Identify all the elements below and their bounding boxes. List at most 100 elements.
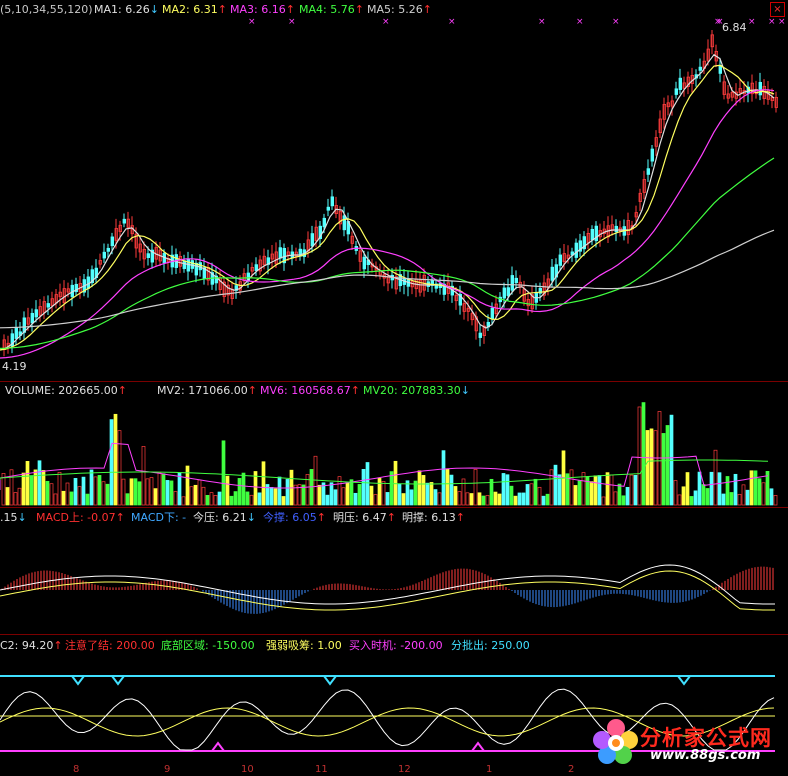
volume-bar	[65, 482, 70, 506]
volume-bar	[429, 482, 434, 506]
volume-bar	[381, 481, 386, 506]
volume-bar	[469, 493, 474, 506]
volume-bar	[769, 488, 774, 506]
candle-body	[678, 77, 682, 90]
watermark-url: www.88gs.com	[650, 748, 761, 763]
sell-signal-icon	[677, 675, 691, 686]
volume-bar	[85, 493, 90, 506]
volume-bar	[577, 480, 582, 506]
volume-bar	[365, 462, 370, 506]
volume-bar	[153, 488, 158, 506]
ma1-line	[0, 53, 775, 351]
volume-bar	[341, 487, 346, 506]
volume-bar	[633, 474, 638, 506]
volume-bar	[741, 484, 746, 506]
volume-bar	[597, 475, 602, 506]
candle-body	[46, 303, 50, 308]
volume-bar	[441, 450, 446, 506]
volume-bar	[357, 484, 362, 506]
volume-bar	[169, 480, 174, 506]
volume-bar	[505, 474, 510, 506]
volume-bar	[485, 495, 490, 506]
volume-bar	[409, 489, 414, 506]
volume-bar	[673, 480, 678, 506]
volume-bar	[529, 483, 534, 506]
volume-bar	[733, 473, 738, 506]
candle-body	[698, 66, 702, 71]
volume-bar	[397, 483, 402, 506]
volume-bar	[109, 419, 114, 506]
volume-bar	[369, 485, 374, 506]
volume-bar	[77, 486, 82, 506]
top-marker-icon: ×	[748, 17, 756, 27]
x-axis-tick: 9	[164, 764, 171, 775]
volume-bar	[717, 472, 722, 506]
volume-bar	[53, 493, 58, 506]
volume-bar	[725, 476, 730, 506]
candle-body	[650, 148, 654, 162]
volume-bar	[229, 495, 234, 506]
volume-bar	[533, 478, 538, 506]
volume-bar	[517, 492, 522, 506]
volume-bar	[221, 440, 226, 506]
volume-bar	[617, 483, 622, 506]
volume-bar	[753, 470, 758, 506]
volume-bar	[273, 488, 278, 506]
volume-bar	[665, 425, 670, 506]
volume-bar	[133, 478, 138, 506]
volume-bar	[389, 471, 394, 506]
top-marker-icon: ×	[768, 17, 776, 27]
candle-body	[758, 81, 762, 96]
volume-bar	[661, 433, 666, 506]
volume-bar	[393, 460, 398, 506]
candle-body	[490, 307, 494, 320]
volume-bar	[649, 428, 654, 506]
volume-bar	[701, 484, 706, 506]
volume-bar	[317, 484, 322, 506]
volume-bar	[241, 472, 246, 506]
volume-bar	[213, 495, 218, 506]
volume-bar	[433, 489, 438, 506]
candle-body	[110, 236, 114, 247]
volume-bar	[9, 469, 14, 506]
volume-bar	[329, 482, 334, 506]
candle-body	[182, 260, 186, 269]
volume-bar	[217, 491, 222, 506]
top-marker-icon: ×	[612, 17, 620, 27]
volume-bar	[269, 487, 274, 506]
volume-bar	[625, 486, 630, 506]
volume-bar	[621, 495, 626, 506]
volume-bar	[553, 464, 558, 506]
ma2-line	[0, 64, 775, 351]
candle-body	[322, 217, 326, 228]
volume-bar	[465, 492, 470, 506]
candle-body	[478, 332, 482, 338]
volume-bar	[257, 492, 262, 506]
volume-bar	[493, 491, 498, 506]
volume-bar	[689, 496, 694, 506]
volume-bar	[729, 492, 734, 506]
volume-bar	[89, 469, 94, 506]
volume-bar	[145, 478, 150, 506]
volume-bar	[705, 488, 710, 506]
x-axis-tick: 1	[486, 764, 493, 775]
volume-bar	[105, 483, 110, 506]
volume-bar	[749, 470, 754, 506]
volume-bar	[189, 486, 194, 506]
volume-bar	[197, 479, 202, 506]
volume-bar	[589, 481, 594, 506]
volume-bar	[157, 472, 162, 506]
volume-bar	[609, 474, 614, 506]
candle-body	[502, 287, 506, 299]
volume-bar	[201, 486, 206, 506]
volume-bar	[629, 474, 634, 506]
volume-bar	[249, 494, 254, 506]
candle-body	[198, 262, 202, 271]
volume-bar	[745, 489, 750, 506]
candle-body	[310, 233, 314, 247]
volume-bar	[373, 494, 378, 506]
top-marker-icon: ×	[382, 17, 390, 27]
volume-bar	[737, 493, 742, 506]
volume-bar	[489, 478, 494, 506]
volume-bar	[173, 491, 178, 506]
